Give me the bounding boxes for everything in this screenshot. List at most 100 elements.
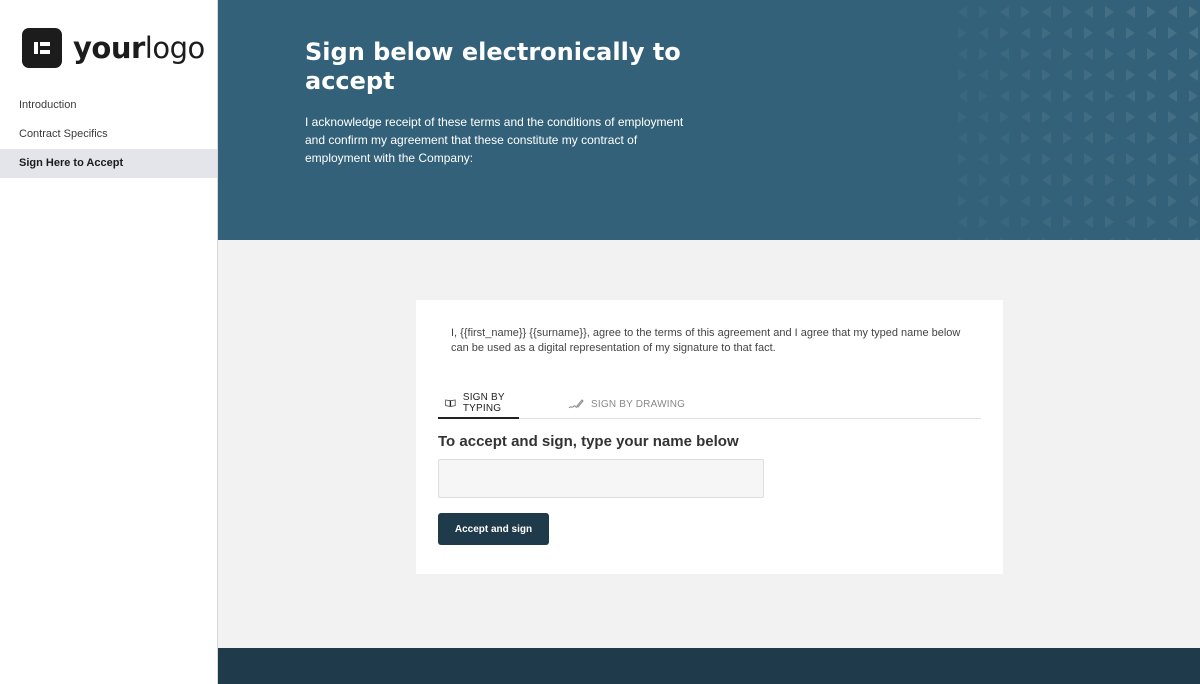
pattern-triangle: [979, 90, 988, 102]
pattern-triangle: [1126, 90, 1135, 102]
pattern-triangle: [979, 132, 988, 144]
pattern-triangle: [1084, 237, 1089, 240]
tab-sign-by-drawing[interactable]: SIGN BY DRAWING: [568, 389, 685, 419]
company-logo[interactable]: yourlogo: [22, 28, 205, 68]
pattern-triangle: [1042, 27, 1051, 39]
pattern-triangle: [1126, 48, 1135, 60]
pattern-triangle: [1021, 216, 1030, 228]
pattern-triangle: [1147, 216, 1156, 228]
pattern-triangle: [1105, 153, 1114, 165]
pattern-triangle: [1000, 48, 1009, 60]
pattern-triangle: [1126, 153, 1135, 165]
pattern-triangle: [1000, 6, 1009, 18]
pattern-triangle: [979, 6, 988, 18]
logo-icon: [22, 28, 62, 68]
pattern-triangle: [1042, 90, 1051, 102]
page-title: Sign below electronically to accept: [305, 38, 681, 95]
pattern-triangle: [1000, 90, 1009, 102]
pattern-triangle: [1147, 48, 1156, 60]
pattern-triangle: [1063, 216, 1072, 228]
sign-method-tabs: SIGN BY TYPING SIGN BY DRAWING: [438, 389, 981, 419]
pattern-triangle: [1063, 174, 1072, 186]
pattern-triangle: [1168, 195, 1177, 207]
pattern-triangle: [1105, 69, 1114, 81]
pattern-triangle: [979, 195, 988, 207]
pattern-triangle: [1021, 69, 1030, 81]
pattern-triangle: [1193, 237, 1198, 240]
pattern-triangle: [979, 216, 988, 228]
pattern-triangle: [1067, 237, 1072, 240]
pattern-triangle: [1147, 195, 1156, 207]
pattern-triangle: [1189, 6, 1198, 18]
pattern-triangle: [1000, 69, 1009, 81]
pattern-triangle: [1126, 174, 1135, 186]
sidebar-nav: Introduction Contract Specifics Sign Her…: [0, 91, 217, 178]
pattern-triangle: [1147, 27, 1156, 39]
pattern-triangle: [1168, 48, 1177, 60]
pattern-triangle: [1084, 132, 1093, 144]
pattern-triangle: [1168, 90, 1177, 102]
pattern-triangle: [1168, 153, 1177, 165]
header-banner: Sign below electronically to accept I ac…: [218, 0, 1200, 240]
pattern-triangle: [1189, 132, 1198, 144]
pattern-triangle: [1126, 237, 1131, 240]
sidebar: yourlogo Introduction Contract Specifics…: [0, 0, 218, 684]
pattern-triangle: [1168, 216, 1177, 228]
pattern-triangle: [1042, 6, 1051, 18]
pattern-triangle: [1021, 27, 1030, 39]
pattern-triangle: [1000, 237, 1005, 240]
pattern-triangle: [1042, 111, 1051, 123]
typed-name-input[interactable]: [438, 459, 764, 498]
pattern-triangle: [1189, 174, 1198, 186]
pattern-triangle: [958, 153, 967, 165]
pattern-triangle: [1042, 237, 1047, 240]
pattern-triangle: [1021, 48, 1030, 60]
pattern-triangle: [1063, 69, 1072, 81]
sign-instructions-heading: To accept and sign, type your name below: [438, 433, 739, 450]
pattern-triangle: [1105, 195, 1114, 207]
pattern-triangle: [1147, 69, 1156, 81]
sidebar-item-introduction[interactable]: Introduction: [0, 91, 217, 120]
pattern-triangle: [1105, 6, 1114, 18]
pattern-triangle: [958, 111, 967, 123]
accept-and-sign-button[interactable]: Accept and sign: [438, 513, 549, 545]
pattern-triangle: [1021, 90, 1030, 102]
pattern-triangle: [1147, 111, 1156, 123]
pattern-triangle: [1063, 153, 1072, 165]
pattern-triangle: [983, 237, 988, 240]
sidebar-item-contract-specifics[interactable]: Contract Specifics: [0, 120, 217, 149]
pattern-triangle: [1105, 111, 1114, 123]
pattern-triangle: [1021, 174, 1030, 186]
pattern-triangle: [1042, 132, 1051, 144]
pattern-triangle: [1021, 153, 1030, 165]
pattern-triangle: [1126, 6, 1135, 18]
pattern-triangle: [958, 69, 967, 81]
pattern-triangle: [1000, 195, 1009, 207]
pattern-triangle: [1042, 48, 1051, 60]
pattern-triangle: [958, 216, 967, 228]
sidebar-item-sign-here-to-accept[interactable]: Sign Here to Accept: [0, 149, 217, 178]
pattern-triangle: [979, 48, 988, 60]
pattern-triangle: [1147, 132, 1156, 144]
pattern-triangle: [1105, 216, 1114, 228]
pattern-triangle: [1189, 111, 1198, 123]
pattern-triangle: [1147, 153, 1156, 165]
pattern-triangle: [1151, 237, 1156, 240]
pattern-triangle: [1000, 174, 1009, 186]
pattern-triangle: [1189, 48, 1198, 60]
pattern-triangle: [958, 48, 967, 60]
header-description: I acknowledge receipt of these terms and…: [305, 115, 684, 165]
pattern-triangle: [1000, 132, 1009, 144]
pattern-triangle: [958, 174, 967, 186]
pattern-triangle: [1147, 90, 1156, 102]
pattern-triangle: [1126, 111, 1135, 123]
pattern-triangle: [958, 237, 963, 240]
pattern-triangle: [1084, 6, 1093, 18]
pattern-triangle: [1189, 69, 1198, 81]
pattern-triangle: [1105, 174, 1114, 186]
pattern-triangle: [958, 90, 967, 102]
agreement-text: I, {{first_name}} {{surname}}, agree to …: [451, 327, 961, 354]
pattern-triangle: [1025, 237, 1030, 240]
pattern-triangle: [1084, 216, 1093, 228]
tab-sign-by-typing[interactable]: SIGN BY TYPING: [438, 389, 519, 419]
